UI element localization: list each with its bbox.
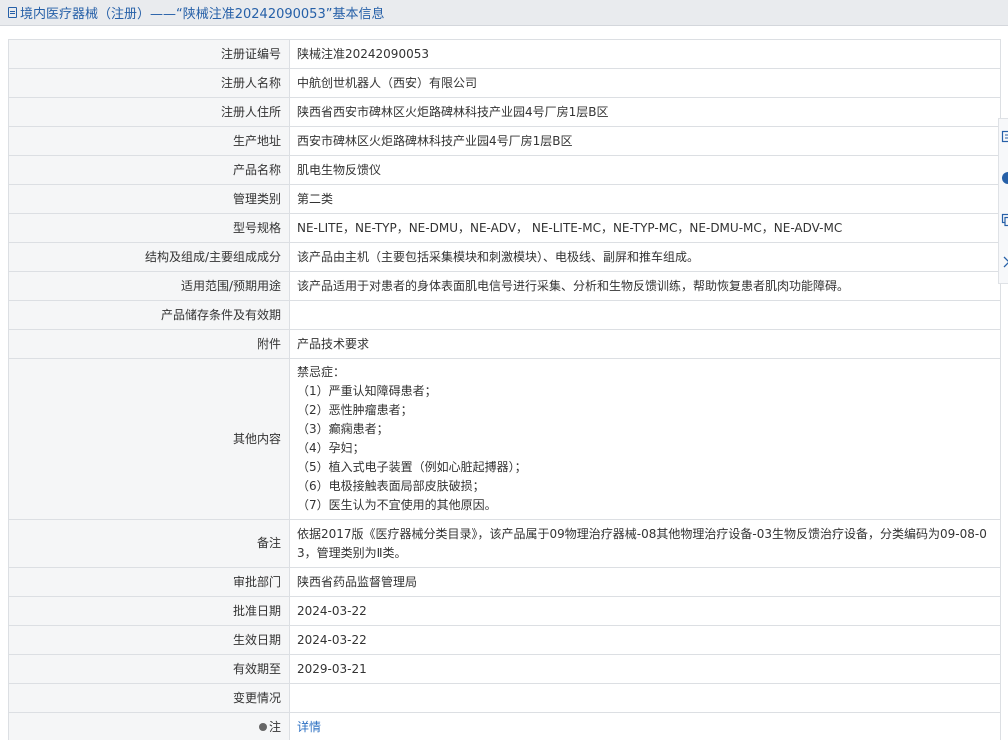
row-label-registrant-name: 注册人名称 (8, 68, 290, 98)
row-value-model-spec: NE-LITE，NE-TYP，NE-DMU，NE-ADV， NE-LITE-MC… (289, 213, 1001, 243)
note-label: 注 (268, 719, 281, 734)
row-label-changes: 变更情况 (8, 683, 290, 713)
copy-icon[interactable] (1001, 129, 1008, 143)
table-row: 产品名称 肌电生物反馈仪 (8, 155, 1001, 185)
table-row: 变更情况 (8, 683, 1001, 713)
row-label-production-address: 生产地址 (8, 126, 290, 156)
table-row: 其他内容 禁忌症： （1）严重认知障碍患者； （2）恶性肿瘤患者； （3）癫痫患… (8, 358, 1001, 520)
document-icon (8, 7, 17, 18)
other-line: （2）恶性肿瘤患者； (297, 403, 413, 417)
row-label-registrant-address: 注册人住所 (8, 97, 290, 127)
table-row: 审批部门 陕西省药品监督管理局 (8, 567, 1001, 597)
table-row: 管理类别 第二类 (8, 184, 1001, 214)
other-line: 禁忌症： (297, 365, 346, 379)
row-value-structure: 该产品由主机（主要包括采集模块和刺激模块）、电极线、副屏和推车组成。 (289, 242, 1001, 272)
info-table: 注册证编号 陕械注准20242090053 注册人名称 中航创世机器人（西安）有… (8, 39, 1001, 740)
row-value-storage (289, 300, 1001, 330)
row-label-product-name: 产品名称 (8, 155, 290, 185)
row-value-changes (289, 683, 1001, 713)
row-label-other: 其他内容 (8, 358, 290, 520)
row-value-registration-no: 陕械注准20242090053 (289, 39, 1001, 69)
other-line: （1）严重认知障碍患者； (297, 384, 437, 398)
help-icon[interactable] (1001, 171, 1008, 185)
row-label-effective-date: 生效日期 (8, 625, 290, 655)
table-row: 生效日期 2024-03-22 (8, 625, 1001, 655)
row-value-registrant-name: 中航创世机器人（西安）有限公司 (289, 68, 1001, 98)
row-value-other: 禁忌症： （1）严重认知障碍患者； （2）恶性肿瘤患者； （3）癫痫患者； （4… (289, 358, 1001, 520)
row-label-remark: 备注 (8, 519, 290, 568)
row-label-attachment: 附件 (8, 329, 290, 359)
table-row: 适用范围/预期用途 该产品适用于对患者的身体表面肌电信号进行采集、分析和生物反馈… (8, 271, 1001, 301)
row-label-model-spec: 型号规格 (8, 213, 290, 243)
row-value-management-class: 第二类 (289, 184, 1001, 214)
row-label-registration-no: 注册证编号 (8, 39, 290, 69)
row-value-remark: 依据2017版《医疗器械分类目录》，该产品属于09物理治疗器械-08其他物理治疗… (289, 519, 1001, 568)
other-line: （6）电极接触表面局部皮肤破损； (297, 479, 485, 493)
side-toolbar (998, 118, 1008, 284)
row-label-management-class: 管理类别 (8, 184, 290, 214)
duplicate-icon[interactable] (1001, 213, 1008, 227)
row-label-structure: 结构及组成/主要组成成分 (8, 242, 290, 272)
chevron-right-icon[interactable] (1001, 255, 1008, 269)
row-value-attachment: 产品技术要求 (289, 329, 1001, 359)
other-line: （3）癫痫患者； (297, 422, 389, 436)
row-value-valid-until: 2029-03-21 (289, 654, 1001, 684)
row-label-approval-date: 批准日期 (8, 596, 290, 626)
row-label-scope: 适用范围/预期用途 (8, 271, 290, 301)
row-label-valid-until: 有效期至 (8, 654, 290, 684)
row-value-note: 详情 (289, 712, 1001, 740)
row-value-registrant-address: 陕西省西安市碑林区火炬路碑林科技产业园4号厂房1层B区 (289, 97, 1001, 127)
other-line: （4）孕妇； (297, 441, 365, 455)
other-line: （5）植入式电子装置（例如心脏起搏器）； (297, 460, 527, 474)
row-label-approval-dept: 审批部门 (8, 567, 290, 597)
pin-icon (258, 722, 267, 731)
row-value-scope: 该产品适用于对患者的身体表面肌电信号进行采集、分析和生物反馈训练，帮助恢复患者肌… (289, 271, 1001, 301)
page-title: 境内医疗器械（注册）——“陕械注准20242090053”基本信息 (20, 7, 385, 22)
table-row: 批准日期 2024-03-22 (8, 596, 1001, 626)
table-row: 结构及组成/主要组成成分 该产品由主机（主要包括采集模块和刺激模块）、电极线、副… (8, 242, 1001, 272)
table-row: 注 详情 (8, 712, 1001, 740)
other-line: （7）医生认为不宜使用的其他原因。 (297, 498, 497, 512)
table-row: 生产地址 西安市碑林区火炬路碑林科技产业园4号厂房1层B区 (8, 126, 1001, 156)
row-value-production-address: 西安市碑林区火炬路碑林科技产业园4号厂房1层B区 (289, 126, 1001, 156)
table-row: 注册证编号 陕械注准20242090053 (8, 39, 1001, 69)
row-value-effective-date: 2024-03-22 (289, 625, 1001, 655)
row-label-note: 注 (8, 712, 290, 740)
table-row: 产品储存条件及有效期 (8, 300, 1001, 330)
table-row: 有效期至 2029-03-21 (8, 654, 1001, 684)
row-label-storage: 产品储存条件及有效期 (8, 300, 290, 330)
row-value-approval-dept: 陕西省药品监督管理局 (289, 567, 1001, 597)
table-row: 型号规格 NE-LITE，NE-TYP，NE-DMU，NE-ADV， NE-LI… (8, 213, 1001, 243)
table-row: 注册人名称 中航创世机器人（西安）有限公司 (8, 68, 1001, 98)
table-row: 附件 产品技术要求 (8, 329, 1001, 359)
table-row: 注册人住所 陕西省西安市碑林区火炬路碑林科技产业园4号厂房1层B区 (8, 97, 1001, 127)
table-row: 备注 依据2017版《医疗器械分类目录》，该产品属于09物理治疗器械-08其他物… (8, 519, 1001, 568)
row-value-product-name: 肌电生物反馈仪 (289, 155, 1001, 185)
page: 境内医疗器械（注册）——“陕械注准20242090053”基本信息 注册证编号 … (0, 0, 1008, 740)
details-link[interactable]: 详情 (297, 720, 321, 734)
row-value-approval-date: 2024-03-22 (289, 596, 1001, 626)
page-title-bar: 境内医疗器械（注册）——“陕械注准20242090053”基本信息 (0, 0, 1008, 26)
